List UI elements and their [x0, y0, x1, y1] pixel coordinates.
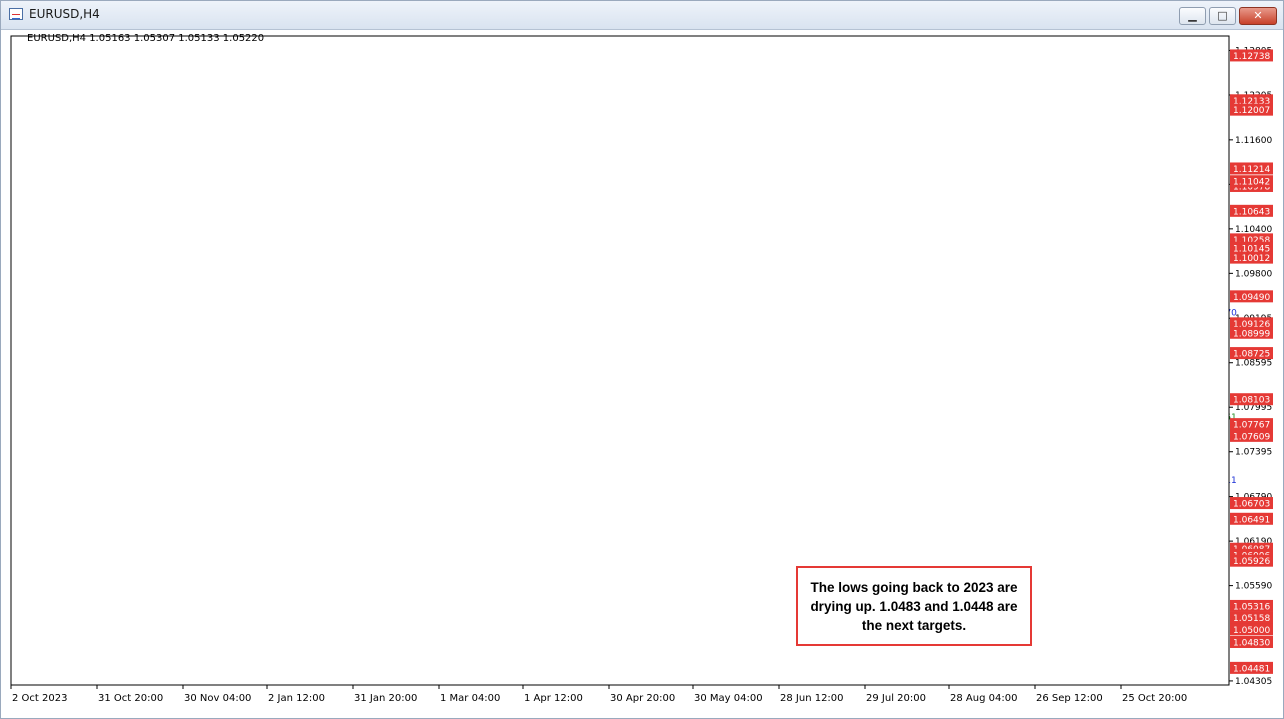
- time-axis-label: 29 Jul 20:00: [866, 693, 926, 704]
- price-chart[interactable]: 100.0 - 1.1213361.8 - 1.0939150.0 - 1.08…: [1, 30, 1283, 718]
- level-price-tag-label: 1.05926: [1233, 557, 1270, 567]
- level-price-tag-label: 1.06491: [1233, 515, 1270, 525]
- level-price-tag-label: 1.08103: [1233, 396, 1270, 406]
- time-axis-label: 28 Aug 04:00: [950, 693, 1017, 704]
- level-price-tag-label: 1.12738: [1233, 52, 1270, 62]
- level-price-tag-label: 1.05000: [1233, 626, 1270, 636]
- time-axis-label: 28 Jun 12:00: [780, 693, 844, 704]
- level-price-tag-label: 1.10012: [1233, 254, 1270, 264]
- level-price-tag-label: 1.07767: [1233, 421, 1270, 431]
- time-axis-label: 31 Jan 20:00: [354, 693, 417, 704]
- window-title: EURUSD,H4: [29, 7, 100, 21]
- chart-window-icon: [9, 8, 23, 20]
- price-scale-label: 1.09800: [1235, 269, 1272, 279]
- price-scale-label: 1.10400: [1235, 225, 1272, 235]
- time-axis-label: 30 Apr 20:00: [610, 693, 675, 704]
- minimize-button[interactable]: ▁: [1179, 7, 1206, 25]
- level-price-tag-label: 1.12007: [1233, 106, 1270, 116]
- terminal-chart-window: EURUSD,H4 ▁ □ ✕ 100.0 - 1.1213361.8 - 1.…: [0, 0, 1284, 719]
- maximize-button[interactable]: □: [1209, 7, 1236, 25]
- level-price-tag-label: 1.08999: [1233, 329, 1270, 339]
- annotation-callout: The lows going back to 2023 are drying u…: [796, 566, 1032, 646]
- price-scale-label: 1.04305: [1235, 677, 1272, 687]
- level-price-tag-label: 1.05158: [1233, 614, 1270, 624]
- time-axis-label: 30 May 04:00: [694, 693, 763, 704]
- time-axis-label: 1 Mar 04:00: [440, 693, 500, 704]
- level-price-tag-label: 1.09490: [1233, 293, 1270, 303]
- level-price-tag-label: 1.10643: [1233, 207, 1270, 217]
- time-axis-label: 25 Oct 20:00: [1122, 693, 1187, 704]
- level-price-tag-label: 1.11042: [1233, 178, 1270, 188]
- price-scale-label: 1.07395: [1235, 448, 1272, 458]
- plot-area: [10, 35, 1230, 686]
- level-price-tag-label: 1.06703: [1233, 500, 1270, 510]
- level-price-tag-label: 1.07609: [1233, 432, 1270, 442]
- level-price-tag-label: 1.08725: [1233, 350, 1270, 360]
- level-price-tag-label: 1.05316: [1233, 602, 1270, 612]
- time-axis-label: 1 Apr 12:00: [524, 693, 583, 704]
- time-axis-label: 30 Nov 04:00: [184, 693, 251, 704]
- time-axis-label: 31 Oct 20:00: [98, 693, 163, 704]
- time-axis-label: 26 Sep 12:00: [1036, 693, 1103, 704]
- level-price-tag-label: 1.04830: [1233, 638, 1270, 648]
- symbol-info: EURUSD,H4 1.05163 1.05307 1.05133 1.0522…: [27, 33, 265, 44]
- time-axis-label: 2 Jan 12:00: [268, 693, 325, 704]
- level-price-tag-label: 1.11214: [1233, 165, 1270, 175]
- title-bar[interactable]: EURUSD,H4 ▁ □ ✕: [1, 1, 1283, 30]
- price-scale-label: 1.08595: [1235, 359, 1272, 369]
- price-scale-label: 1.05590: [1235, 582, 1272, 592]
- axis-layer: 1.043051.055901.061901.067901.073951.079…: [10, 35, 1273, 704]
- price-scale-label: 1.11600: [1235, 136, 1272, 146]
- close-button[interactable]: ✕: [1239, 7, 1277, 25]
- level-price-tag-label: 1.04481: [1233, 664, 1270, 674]
- time-axis-label: 2 Oct 2023: [12, 693, 67, 704]
